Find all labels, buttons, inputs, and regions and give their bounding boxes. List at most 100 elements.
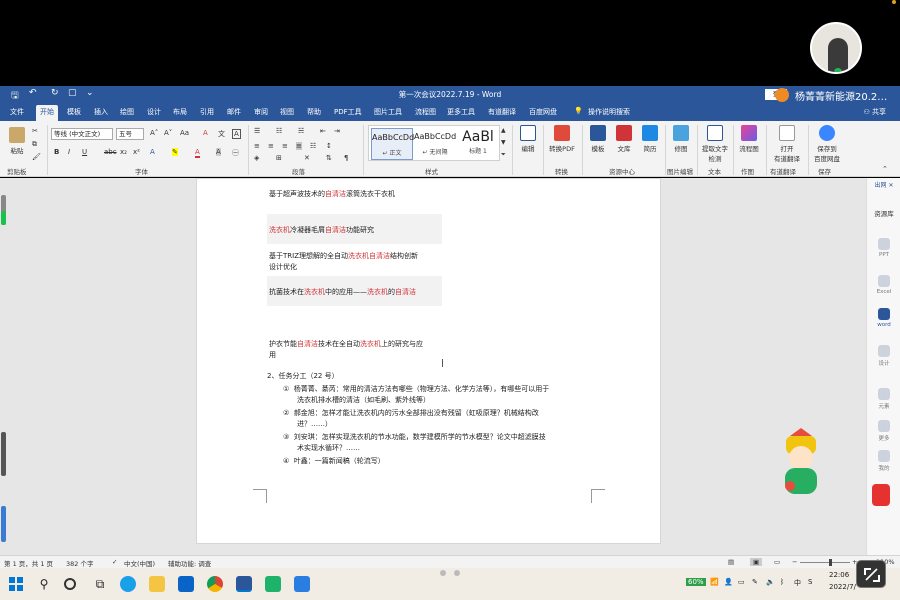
word-count[interactable]: 382 个字 (66, 558, 93, 568)
side-pane-library[interactable]: 资源库 (867, 208, 900, 218)
tab-mailings[interactable]: 邮件 (227, 107, 241, 117)
close-icon[interactable]: ✕ (888, 182, 893, 189)
side-item-word[interactable]: word (867, 308, 900, 328)
template-button[interactable]: 模板 (586, 125, 610, 153)
zoom-slider[interactable] (800, 562, 850, 563)
ime-indicator[interactable]: 中 (794, 578, 801, 588)
shrink-font-icon[interactable]: A˅ (164, 129, 172, 137)
tell-me-search[interactable]: 操作说明搜索 (588, 107, 630, 117)
text-effects-icon[interactable]: A (150, 148, 155, 156)
bullets-icon[interactable]: ☰ (254, 127, 260, 135)
tab-picture-tools[interactable]: 图片工具 (374, 107, 402, 117)
tab-review[interactable]: 审阅 (254, 107, 268, 117)
strikethrough-icon[interactable]: abc (104, 148, 117, 156)
style-no-spacing[interactable]: AaBbCcDd ↵ 无间隔 (414, 128, 456, 160)
show-marks-icon[interactable]: ¶ (344, 154, 348, 162)
italic-icon[interactable]: I (68, 148, 70, 156)
red-envelope-icon[interactable] (872, 484, 890, 506)
align-left-icon[interactable]: ≡ (254, 142, 260, 150)
battery-icon[interactable]: ▭ (738, 578, 745, 586)
shading-icon[interactable]: ◈ (254, 154, 259, 162)
collapse-ribbon-icon[interactable]: ⌃ (882, 165, 888, 173)
phonetic-guide-icon[interactable]: 文 (218, 129, 225, 139)
edge-browser-icon[interactable] (120, 576, 136, 592)
zoom-thumb[interactable] (829, 559, 832, 566)
side-slider[interactable] (1, 432, 6, 476)
tab-pdf-tools[interactable]: PDF工具 (334, 107, 362, 117)
tab-draw[interactable]: 绘图 (120, 107, 134, 117)
sort-icon[interactable]: ⇅ (326, 154, 332, 162)
sogou-icon[interactable]: S (808, 578, 812, 586)
styles-scroll-down-icon[interactable]: ▼ (501, 139, 506, 146)
zoom-out-icon[interactable]: − (792, 558, 797, 566)
side-item-mine[interactable]: 我的 (867, 450, 900, 472)
meeting-app-icon[interactable] (294, 576, 310, 592)
borders-icon[interactable]: ⊞ (276, 154, 282, 162)
side-item-excel[interactable]: Excel (867, 275, 900, 295)
cut-icon[interactable]: ✂ (32, 127, 38, 135)
grow-font-icon[interactable]: A˄ (150, 129, 158, 137)
subscript-icon[interactable]: x₂ (120, 148, 127, 156)
side-item-design[interactable]: 设计 (867, 345, 900, 367)
bold-icon[interactable]: B (54, 148, 59, 156)
tab-youdao[interactable]: 有道翻译 (488, 107, 516, 117)
task-view-icon[interactable]: ⧉ (92, 576, 108, 592)
word-app-icon[interactable] (236, 576, 252, 592)
side-pane-header[interactable]: 出网 ✕ (867, 180, 900, 189)
resume-button[interactable]: 简历 (638, 125, 662, 153)
superscript-icon[interactable]: x² (133, 148, 140, 156)
tab-more-tools[interactable]: 更多工具 (447, 107, 475, 117)
mail-icon[interactable] (178, 576, 194, 592)
font-name-select[interactable]: 等线 (中文正文) (51, 128, 113, 140)
tab-layout[interactable]: 布局 (173, 107, 187, 117)
print-layout-icon[interactable]: ▣ (750, 558, 763, 566)
file-explorer-icon[interactable] (149, 576, 165, 592)
windows-start-icon[interactable] (8, 576, 24, 592)
style-normal[interactable]: AaBbCcDd ↵ 正文 (371, 128, 414, 160)
tab-templates[interactable]: 模板 (67, 107, 81, 117)
clock-date[interactable]: 2022/7/ (829, 583, 856, 591)
tab-baidu-netdisk[interactable]: 百度网盘 (529, 107, 557, 117)
copy-icon[interactable]: ⧉ (32, 140, 37, 149)
styles-more-icon[interactable]: ⏷ (501, 151, 506, 159)
justify-icon[interactable]: ≡ (296, 142, 302, 150)
side-slider[interactable] (1, 506, 6, 542)
accessibility-status[interactable]: 辅助功能: 调查 (168, 558, 211, 568)
open-youdao-button[interactable]: 打开 有道翻译 (769, 125, 805, 163)
clear-format-icon[interactable]: A (203, 129, 208, 137)
tab-view[interactable]: 视图 (280, 107, 294, 117)
paste-button[interactable]: 粘贴 (6, 127, 28, 155)
wifi-icon[interactable]: 📶 (710, 578, 719, 586)
decrease-indent-icon[interactable]: ⇤ (320, 127, 326, 135)
document-page[interactable]: 基于超声波技术的自清洁滚筒洗衣干衣机 洗衣机冷凝器毛屑自清洁功能研究 基于TRI… (196, 178, 661, 544)
format-painter-icon[interactable]: 🖌 (32, 153, 41, 161)
char-border-icon[interactable]: A (232, 129, 241, 139)
align-right-icon[interactable]: ≡ (282, 142, 288, 150)
clock-time[interactable]: 22:06 (829, 571, 849, 579)
side-item-ppt[interactable]: PPT (867, 238, 900, 258)
tab-design[interactable]: 设计 (147, 107, 161, 117)
multilevel-list-icon[interactable]: ☵ (298, 127, 304, 135)
char-shading-icon[interactable]: A (216, 148, 221, 156)
convert-pdf-button[interactable]: 转换PDF (546, 125, 578, 153)
person-tray-icon[interactable]: 👤 (724, 578, 733, 586)
save-baidu-button[interactable]: 保存到 百度网盘 (810, 125, 844, 163)
underline-icon[interactable]: U (82, 148, 87, 156)
highlight-icon[interactable]: ✎ (172, 148, 178, 156)
mascot-sticker[interactable] (776, 428, 826, 498)
focus-mode-icon[interactable]: ▤ (728, 558, 734, 566)
tab-file[interactable]: 文件 (10, 107, 24, 117)
align-center-icon[interactable]: ≡ (268, 142, 274, 150)
chat-app-icon[interactable] (265, 576, 281, 592)
style-heading-1[interactable]: AaBl 标题 1 (457, 128, 499, 160)
change-case-icon[interactable]: Aa (180, 129, 189, 137)
share-button[interactable]: ⚇ 共享 (863, 107, 886, 117)
bluetooth-icon[interactable]: ᛒ (780, 578, 784, 586)
search-icon[interactable]: ⚲ (36, 576, 52, 592)
fullscreen-toggle-icon[interactable] (856, 560, 886, 588)
library-button[interactable]: 文库 (612, 125, 636, 153)
tab-home[interactable]: 开始 (36, 105, 58, 121)
cortana-icon[interactable] (64, 578, 76, 590)
tab-references[interactable]: 引用 (200, 107, 214, 117)
proofing-icon[interactable]: ✓ (112, 558, 117, 566)
